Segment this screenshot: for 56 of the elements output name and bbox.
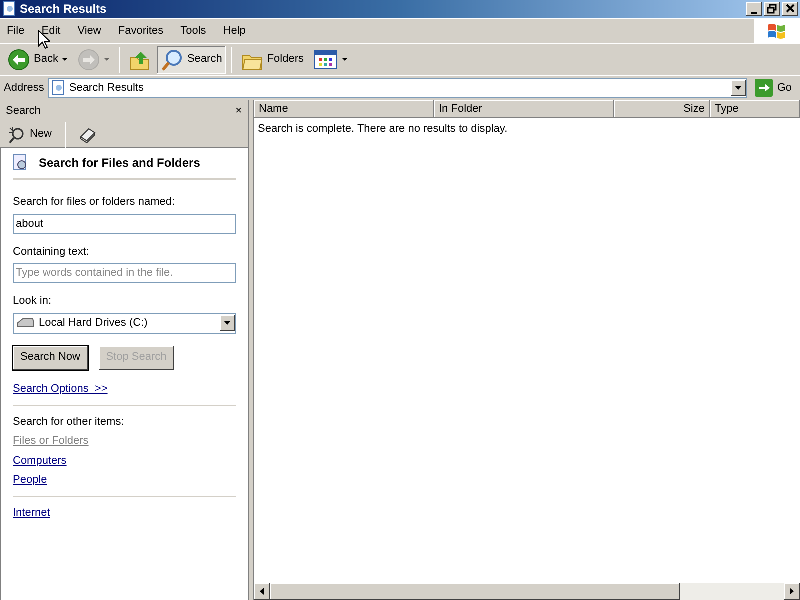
minimize-icon (751, 12, 757, 14)
menu-item[interactable]: Tools (174, 20, 214, 42)
restore-button[interactable] (764, 2, 780, 16)
field-label: Containing text: (13, 244, 90, 260)
back-button[interactable]: Back (4, 46, 72, 74)
menu-item[interactable]: Edit (34, 20, 68, 42)
close-icon (786, 4, 794, 14)
restore-icon (767, 4, 777, 14)
caret-icon (342, 58, 348, 61)
search-link[interactable]: People (13, 474, 48, 486)
dropdown-arrow-icon[interactable] (735, 86, 742, 90)
menu-item[interactable]: Favorites (111, 20, 171, 42)
magnifier-icon (161, 48, 184, 70)
menu-item[interactable]: Help (216, 20, 253, 42)
search-link[interactable]: Internet (13, 507, 50, 520)
name-field[interactable]: about (13, 214, 236, 234)
drive-icon (17, 317, 35, 329)
column-header[interactable]: Name (254, 100, 434, 118)
field-label: Look in: (13, 294, 53, 309)
minimize-button[interactable] (746, 2, 762, 16)
text-field[interactable]: Type words contained in the file. (13, 263, 236, 283)
section-label: Search for other items: (13, 415, 126, 430)
scroll-left-icon[interactable] (260, 588, 264, 595)
search-button[interactable]: Search (157, 46, 226, 74)
views-grid-icon (314, 48, 338, 70)
look-in-dropdown[interactable]: Local Hard Drives (C:) (13, 312, 236, 334)
address-label: Address (4, 80, 44, 96)
new-search-button[interactable]: New (4, 124, 56, 146)
menu-item[interactable]: File (0, 20, 32, 42)
close-button[interactable] (782, 2, 798, 16)
go-button[interactable]: Go (751, 77, 796, 99)
folders-button[interactable]: Folders (237, 46, 308, 74)
caret-icon (62, 58, 68, 61)
search-document-icon (13, 154, 29, 172)
column-header[interactable]: Type (710, 100, 800, 118)
search-now-button[interactable]: Search Now (13, 346, 88, 370)
sparkle-magnifier-icon (8, 126, 26, 144)
status-message: Search is complete. There are no results to display. (258, 122, 509, 137)
field-label: Search for files or folders named: (13, 195, 176, 210)
scrollbar-thumb[interactable] (270, 583, 680, 600)
column-header[interactable]: Size (614, 100, 710, 118)
pane-close-button[interactable]: × (236, 102, 242, 120)
address-field[interactable]: Search Results (48, 78, 748, 98)
windows-logo-icon (766, 21, 788, 41)
column-header[interactable]: In Folder (434, 100, 614, 118)
search-link[interactable]: Computers (13, 454, 67, 466)
book-icon (79, 126, 98, 144)
search-options-link[interactable]: Search Options >> (13, 382, 108, 394)
pane-heading: Search for Files and Folders (39, 155, 200, 172)
menu-item[interactable]: View (70, 20, 108, 42)
dropdown-arrow-icon[interactable] (224, 321, 231, 325)
window-title: Search Results (20, 1, 107, 18)
pane-title: Search (6, 104, 41, 119)
caret-icon (104, 58, 110, 61)
scroll-right-icon[interactable] (790, 588, 794, 595)
document-icon (51, 80, 66, 96)
